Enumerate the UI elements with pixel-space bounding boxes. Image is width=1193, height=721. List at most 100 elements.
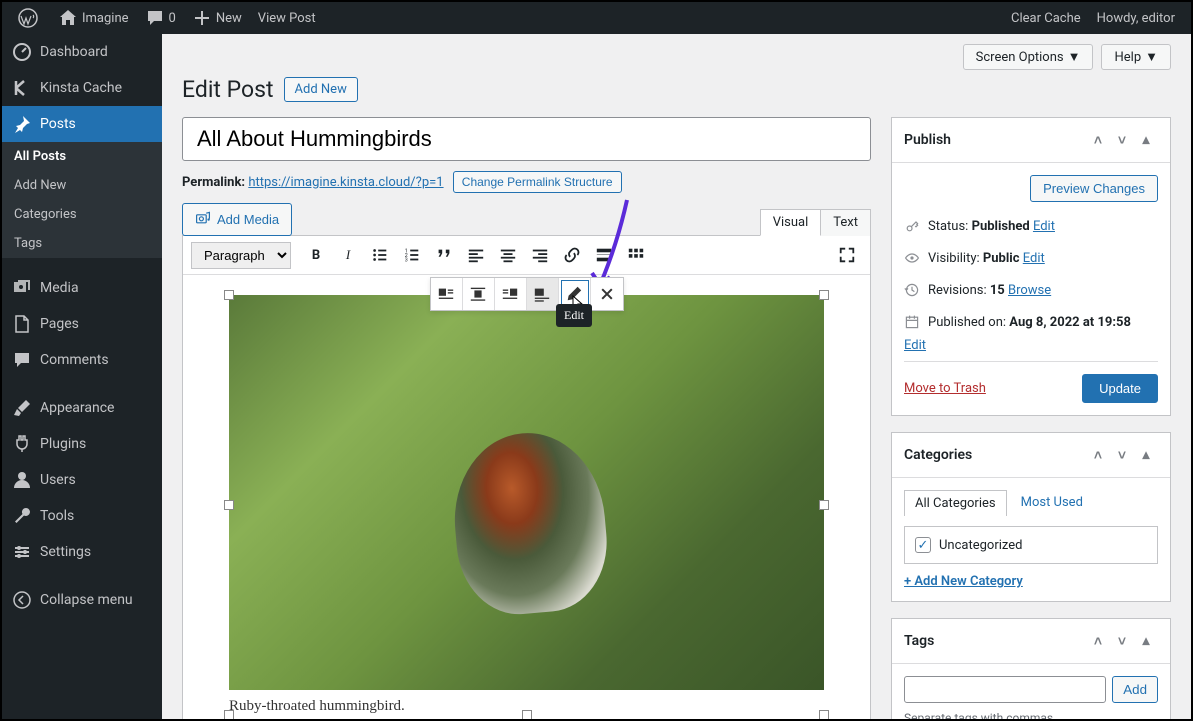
toolbar-toggle-button[interactable]	[621, 240, 651, 270]
screen-options-toggle[interactable]: Screen Options ▼	[963, 44, 1094, 70]
add-media-button[interactable]: Add Media	[182, 203, 292, 236]
tab-text[interactable]: Text	[820, 209, 871, 236]
resize-handle-br[interactable]	[819, 710, 829, 719]
tag-add-button[interactable]: Add	[1112, 676, 1158, 703]
add-new-category-link[interactable]: + Add New Category	[904, 574, 1023, 589]
publish-title: Publish	[904, 132, 951, 148]
category-list: ✓ Uncategorized	[904, 526, 1158, 564]
edit-visibility-link[interactable]: Edit	[1023, 251, 1045, 266]
edit-status-link[interactable]: Edit	[1033, 219, 1055, 234]
tab-all-categories[interactable]: All Categories	[904, 490, 1007, 516]
help-toggle[interactable]: Help ▼	[1101, 44, 1171, 70]
brush-icon	[12, 398, 32, 418]
move-to-trash-link[interactable]: Move to Trash	[904, 381, 986, 396]
eye-icon	[904, 250, 920, 266]
img-align-center-button[interactable]	[463, 278, 495, 310]
new-content-link[interactable]: New	[184, 2, 250, 34]
numbered-list-button[interactable]: 123	[397, 240, 427, 270]
editor: Paragraph B I 123	[182, 235, 871, 719]
preview-changes-button[interactable]: Preview Changes	[1030, 175, 1158, 202]
sidebar-item-kinsta[interactable]: Kinsta Cache	[2, 70, 162, 106]
browse-revisions-link[interactable]: Browse	[1008, 283, 1051, 298]
move-down-icon[interactable]: ˅	[1110, 443, 1134, 467]
italic-button[interactable]: I	[333, 240, 363, 270]
img-align-none-button[interactable]	[527, 278, 559, 310]
quote-button[interactable]	[429, 240, 459, 270]
edit-date-link[interactable]: Edit	[904, 338, 926, 353]
bullet-list-button[interactable]	[365, 240, 395, 270]
align-center-button[interactable]	[493, 240, 523, 270]
comment-count: 0	[169, 11, 176, 26]
clear-cache-link[interactable]: Clear Cache	[1003, 2, 1089, 34]
bold-button[interactable]: B	[301, 240, 331, 270]
move-down-icon[interactable]: ˅	[1110, 128, 1134, 152]
img-edit-button[interactable]: Edit	[559, 278, 591, 310]
site-name-link[interactable]: Imagine	[50, 2, 137, 34]
post-image[interactable]	[229, 295, 824, 690]
toggle-panel-icon[interactable]: ▴	[1134, 128, 1158, 152]
comment-icon	[145, 8, 165, 28]
format-select[interactable]: Paragraph	[191, 242, 291, 269]
align-right-button[interactable]	[525, 240, 555, 270]
submenu-add-new[interactable]: Add New	[2, 171, 162, 200]
change-permalink-button[interactable]: Change Permalink Structure	[453, 171, 622, 193]
wrench-icon	[12, 506, 32, 526]
img-align-left-button[interactable]	[431, 278, 463, 310]
sidebar-item-posts[interactable]: Posts	[2, 106, 162, 142]
link-button[interactable]	[557, 240, 587, 270]
move-up-icon[interactable]: ˄	[1086, 443, 1110, 467]
view-post-link[interactable]: View Post	[250, 2, 324, 34]
howdy-link[interactable]: Howdy, editor	[1089, 2, 1183, 34]
editor-body[interactable]: Edit Ruby-t	[183, 275, 870, 719]
comments-icon	[12, 350, 32, 370]
submenu-categories[interactable]: Categories	[2, 200, 162, 229]
add-new-button[interactable]: Add New	[284, 77, 358, 102]
submenu-all-posts[interactable]: All Posts	[2, 142, 162, 171]
img-remove-button[interactable]	[591, 278, 623, 310]
readmore-button[interactable]	[589, 240, 619, 270]
collapse-menu[interactable]: Collapse menu	[2, 582, 162, 618]
sidebar-item-appearance[interactable]: Appearance	[2, 390, 162, 426]
sidebar-item-pages[interactable]: Pages	[2, 306, 162, 342]
wp-logo[interactable]	[10, 2, 50, 34]
move-up-icon[interactable]: ˄	[1086, 629, 1110, 653]
editor-toolbar: Paragraph B I 123	[183, 236, 870, 275]
sidebar-item-tools[interactable]: Tools	[2, 498, 162, 534]
resize-handle-tr[interactable]	[819, 290, 829, 300]
comments-link[interactable]: 0	[137, 2, 184, 34]
selected-image-wrap[interactable]: Edit Ruby-t	[229, 295, 824, 715]
sidebar-item-settings[interactable]: Settings	[2, 534, 162, 570]
toggle-panel-icon[interactable]: ▴	[1134, 443, 1158, 467]
align-left-button[interactable]	[461, 240, 491, 270]
img-align-right-button[interactable]	[495, 278, 527, 310]
category-item-uncategorized[interactable]: ✓ Uncategorized	[915, 537, 1147, 553]
sidebar-item-comments[interactable]: Comments	[2, 342, 162, 378]
checkbox-checked-icon[interactable]: ✓	[915, 537, 931, 553]
tab-visual[interactable]: Visual	[760, 209, 822, 236]
wordpress-icon	[18, 8, 38, 28]
tag-help-text: Separate tags with commas	[904, 711, 1158, 719]
toggle-panel-icon[interactable]: ▴	[1134, 629, 1158, 653]
submenu-tags[interactable]: Tags	[2, 229, 162, 258]
publish-metabox: Publish ˄ ˅ ▴ Preview Changes Status: Pu…	[891, 117, 1171, 416]
tab-most-used[interactable]: Most Used	[1021, 490, 1083, 516]
sidebar-item-media[interactable]: Media	[2, 270, 162, 306]
resize-handle-mr[interactable]	[819, 500, 829, 510]
resize-handle-tl[interactable]	[224, 290, 234, 300]
move-down-icon[interactable]: ˅	[1110, 629, 1134, 653]
sidebar-item-users[interactable]: Users	[2, 462, 162, 498]
resize-handle-bm[interactable]	[522, 710, 532, 719]
sidebar-submenu-posts: All Posts Add New Categories Tags	[2, 142, 162, 258]
sidebar-item-dashboard[interactable]: Dashboard	[2, 34, 162, 70]
fullscreen-button[interactable]	[832, 240, 862, 270]
resize-handle-ml[interactable]	[224, 500, 234, 510]
sidebar-item-plugins[interactable]: Plugins	[2, 426, 162, 462]
move-up-icon[interactable]: ˄	[1086, 128, 1110, 152]
tag-input[interactable]	[904, 676, 1106, 703]
resize-handle-bl[interactable]	[224, 710, 234, 719]
post-title-input[interactable]	[182, 117, 871, 161]
edit-tooltip: Edit	[556, 304, 592, 327]
permalink-url[interactable]: https://imagine.kinsta.cloud/?p=1	[248, 175, 443, 190]
new-label: New	[216, 11, 242, 26]
update-button[interactable]: Update	[1082, 374, 1158, 403]
